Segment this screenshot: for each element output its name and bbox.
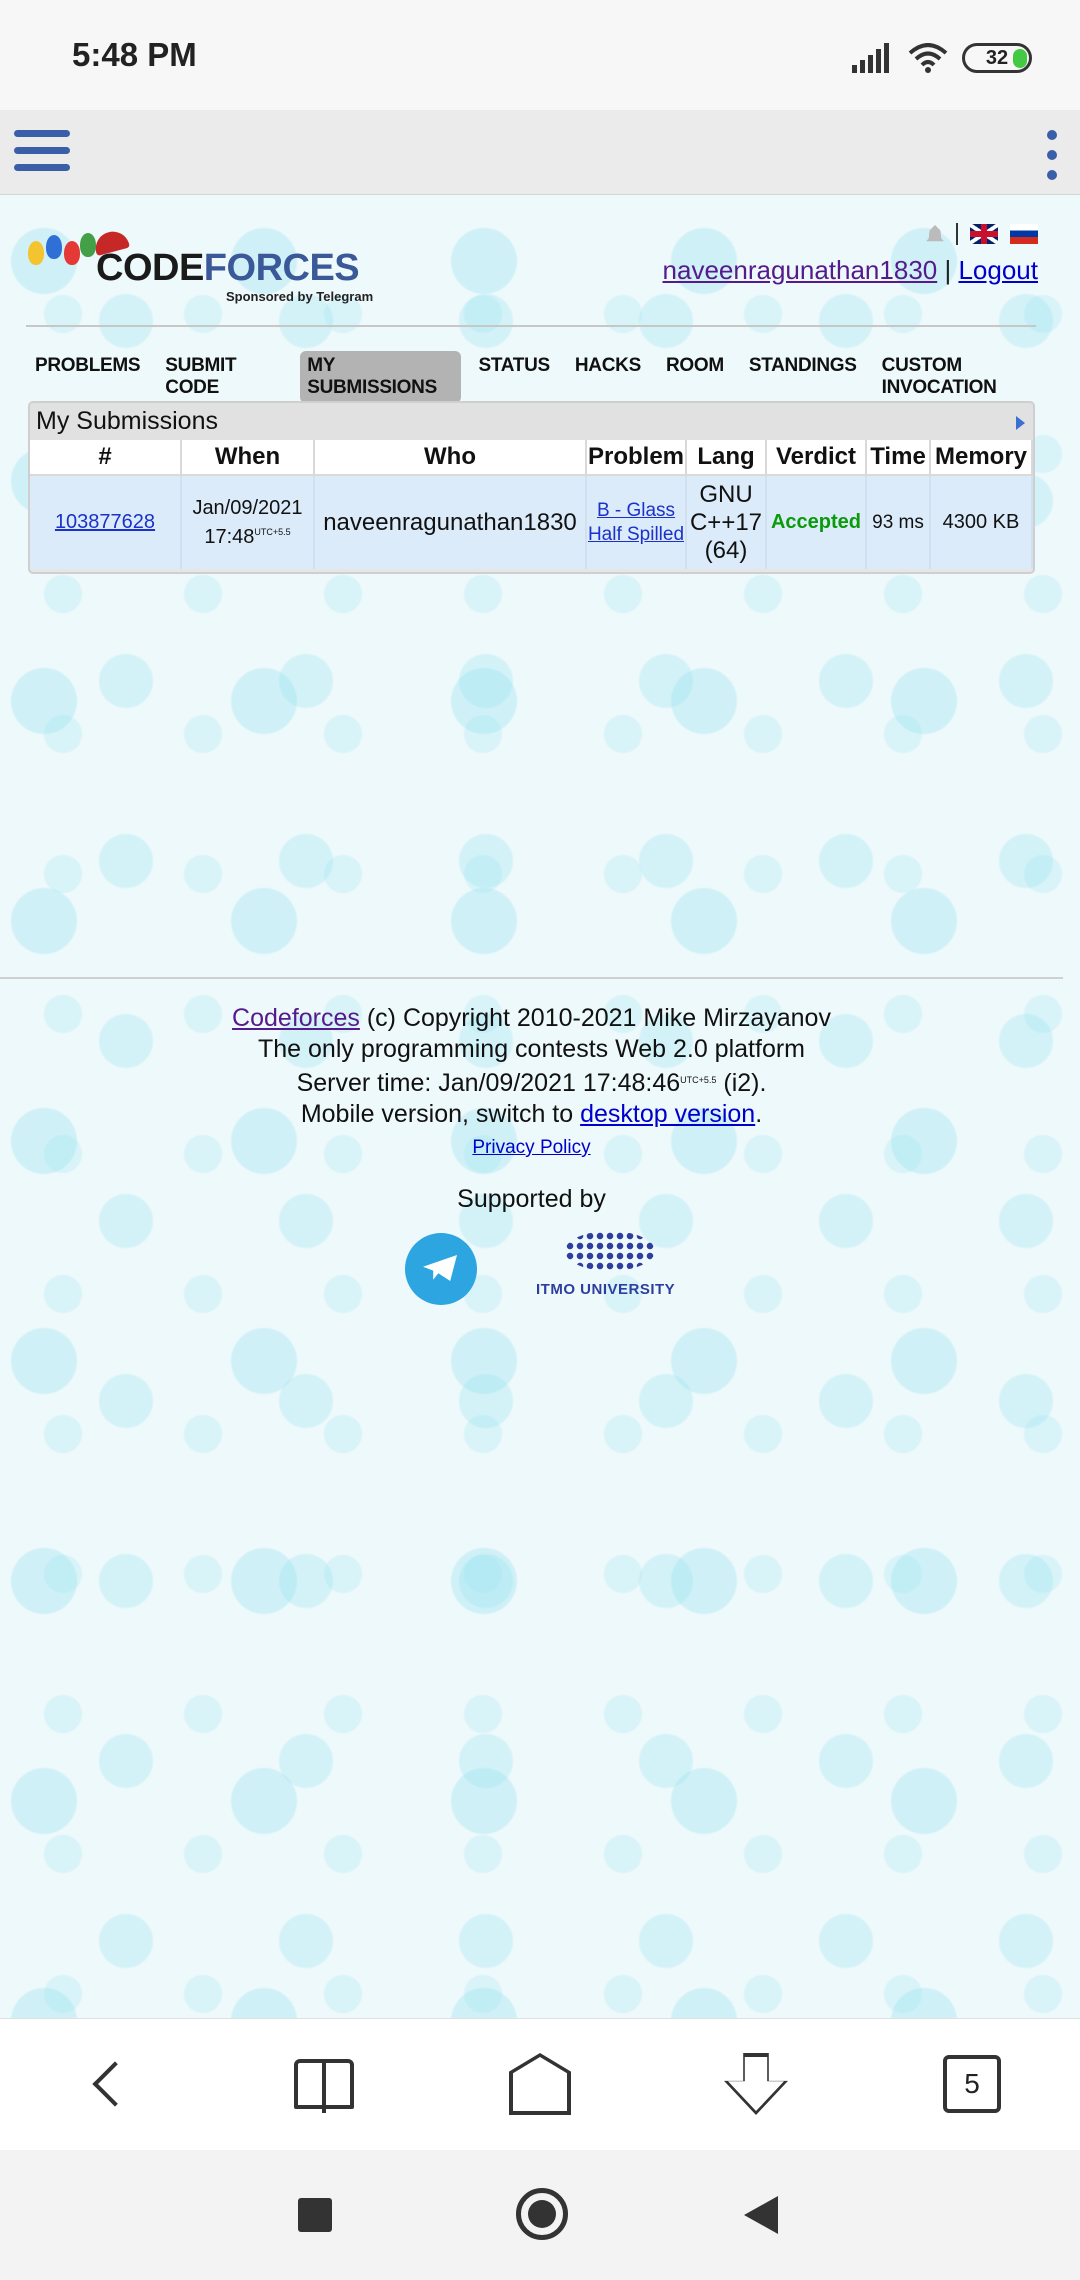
browser-bottom-nav: 5 (0, 2018, 1080, 2150)
bookmarks-button[interactable] (284, 2049, 364, 2119)
submissions-title: My Submissions (30, 403, 1033, 440)
battery-icon: 32 (962, 43, 1032, 73)
submission-id-link[interactable]: 103877628 (55, 511, 155, 533)
menu-item-custom-invocation[interactable]: CUSTOM INVOCATION (875, 351, 1069, 403)
submission-lang-cell: GNU C++17 (64) (686, 475, 767, 569)
submission-id-cell: 103877628 (30, 475, 182, 569)
supported-by-label: Supported by (457, 1185, 606, 1213)
home-icon (509, 2053, 571, 2115)
expand-arrow-icon[interactable] (1016, 416, 1025, 430)
tab-count: 5 (943, 2055, 1001, 2113)
submission-time: 17:48 (204, 526, 255, 548)
footer-divider (0, 977, 1063, 979)
menu-item-hacks[interactable]: HACKS (568, 351, 648, 403)
battery-level: 32 (985, 46, 1009, 69)
recents-square-icon[interactable] (298, 2198, 332, 2232)
submission-verdict-cell[interactable]: Accepted (766, 475, 867, 569)
christmas-lights-icon (24, 219, 96, 279)
downloads-button[interactable] (716, 2049, 796, 2119)
header-divider (26, 325, 1036, 327)
menu-item-status[interactable]: STATUS (472, 351, 557, 403)
status-icons: 32 (852, 38, 1032, 78)
menu-item-standings[interactable]: STANDINGS (742, 351, 864, 403)
menu-item-problems[interactable]: PROBLEMS (28, 351, 147, 403)
status-time: 5:48 PM (72, 36, 197, 73)
itmo-logo-icon[interactable] (565, 1231, 655, 1271)
home-circle-icon[interactable] (516, 2188, 568, 2240)
submissions-box: My Submissions # When Who Problem Lang V… (28, 401, 1035, 574)
page-content: CODEFORCES Sponsored by Telegram naveenr… (0, 195, 1080, 2018)
sponsored-text: Sponsored by Telegram (226, 289, 374, 304)
submission-problem-cell: B - Glass Half Spilled (586, 475, 687, 569)
notification-bell-icon[interactable] (926, 225, 944, 242)
book-icon (294, 2059, 354, 2113)
column-header-verdict: Verdict (766, 440, 867, 476)
user-links: naveenragunathan1830 | Logout (663, 255, 1038, 286)
signal-icon (852, 43, 889, 73)
download-arrow-icon (724, 2053, 788, 2115)
back-triangle-icon[interactable] (744, 2196, 778, 2234)
timezone-label: UTC+5.5 (254, 527, 291, 537)
tagline: The only programming contests Web 2.0 pl… (257, 1035, 805, 1063)
main-menu: PROBLEMS SUBMIT CODE MY SUBMISSIONS STAT… (28, 351, 1080, 403)
itmo-logo-text[interactable]: ITMO UNIVERSITY (536, 1281, 675, 1298)
server-time: Server time: Jan/09/2021 17:48:46UTC+5.5… (296, 1069, 767, 1097)
english-flag-icon[interactable] (970, 224, 998, 244)
menu-item-submit-code[interactable]: SUBMIT CODE (158, 351, 289, 403)
mobile-version-line: Mobile version, switch to desktop versio… (300, 1100, 763, 1128)
submission-who-cell[interactable]: naveenragunathan1830 (314, 475, 587, 569)
user-separator: | (944, 255, 952, 285)
submission-date: Jan/09/2021 (192, 497, 303, 519)
wifi-icon (908, 43, 948, 73)
column-header-lang: Lang (686, 440, 767, 476)
submission-when-cell: Jan/09/2021 17:48UTC+5.5 (181, 475, 315, 569)
username-link[interactable]: naveenragunathan1830 (663, 255, 938, 285)
browser-toolbar (0, 110, 1080, 195)
menu-item-my-submissions[interactable]: MY SUBMISSIONS (300, 351, 461, 403)
problem-link[interactable]: B - Glass Half Spilled (588, 500, 684, 545)
telegram-icon[interactable] (405, 1233, 477, 1305)
logout-link[interactable]: Logout (958, 255, 1038, 285)
submission-time-cell: 93 ms (866, 475, 931, 569)
column-header-problem: Problem (586, 440, 687, 476)
menu-item-room[interactable]: ROOM (659, 351, 731, 403)
status-bar: 5:48 PM 32 (0, 0, 1080, 110)
footer: Codeforces (c) Copyright 2010-2021 Mike … (0, 1003, 1063, 1163)
overflow-menu-icon[interactable] (1042, 130, 1062, 180)
privacy-policy-link[interactable]: Privacy Policy (472, 1132, 590, 1163)
divider (956, 223, 958, 245)
column-header-who: Who (314, 440, 587, 476)
column-header-time: Time (866, 440, 931, 476)
tabs-button[interactable]: 5 (932, 2049, 1012, 2119)
russian-flag-icon[interactable] (1010, 224, 1038, 244)
column-header-memory: Memory (930, 440, 1033, 476)
copyright-line: Codeforces (c) Copyright 2010-2021 Mike … (232, 1004, 831, 1032)
back-button[interactable] (68, 2049, 148, 2119)
system-nav-bar (0, 2150, 1080, 2280)
column-header-id: # (30, 440, 182, 476)
codeforces-logo[interactable]: CODEFORCES Sponsored by Telegram (24, 207, 384, 304)
column-header-when: When (181, 440, 315, 476)
hamburger-menu-icon[interactable] (14, 130, 70, 176)
language-switcher (926, 223, 1038, 245)
submission-memory-cell: 4300 KB (930, 475, 1033, 569)
codeforces-link[interactable]: Codeforces (232, 1004, 360, 1032)
chevron-left-icon (92, 2061, 138, 2107)
submissions-table: # When Who Problem Lang Verdict Time Mem… (30, 440, 1033, 569)
table-row: 103877628 Jan/09/2021 17:48UTC+5.5 navee… (30, 475, 1033, 569)
home-button[interactable] (500, 2049, 580, 2119)
logo-text: CODEFORCES (96, 247, 360, 289)
desktop-version-link[interactable]: desktop version (580, 1100, 755, 1128)
